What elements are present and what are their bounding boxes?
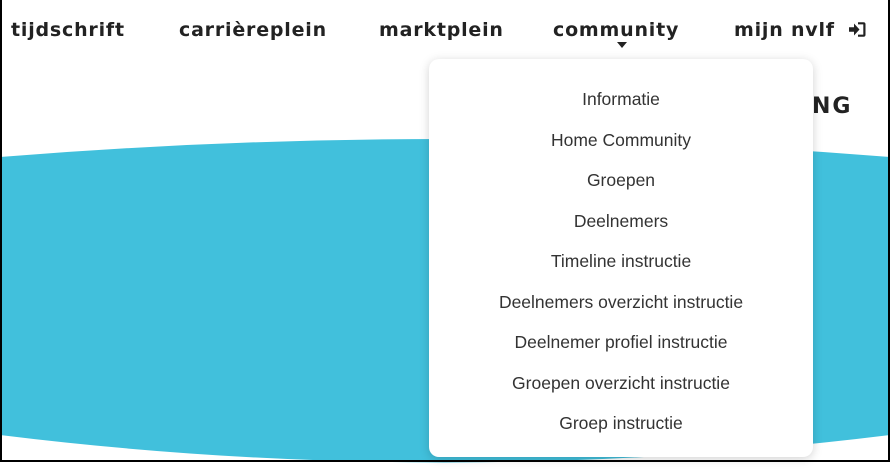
menu-item-deelnemers-overzicht-instructie[interactable]: Deelnemers overzicht instructie <box>429 290 813 331</box>
menu-item-home-community[interactable]: Home Community <box>429 128 813 169</box>
site-title-fragment: NG <box>812 94 853 119</box>
dropdown-list: Informatie Home Community Groepen Deelne… <box>429 87 813 452</box>
menu-item-deelnemer-profiel-instructie[interactable]: Deelnemer profiel instructie <box>429 330 813 371</box>
frame-border <box>0 460 890 462</box>
nav-item-mijn-nvlf-label: mijn nvlf <box>734 19 835 41</box>
menu-item-groep-instructie[interactable]: Groep instructie <box>429 411 813 452</box>
menu-item-groepen[interactable]: Groepen <box>429 168 813 209</box>
caret-down-icon <box>617 42 627 48</box>
community-dropdown-menu: Informatie Home Community Groepen Deelne… <box>429 59 813 457</box>
menu-item-deelnemers[interactable]: Deelnemers <box>429 209 813 250</box>
top-navigation: tijdschrift carrièreplein marktplein com… <box>0 0 890 50</box>
menu-item-timeline-instructie[interactable]: Timeline instructie <box>429 249 813 290</box>
sign-in-icon <box>849 22 866 37</box>
menu-item-informatie[interactable]: Informatie <box>429 87 813 128</box>
page: tijdschrift carrièreplein marktplein com… <box>0 0 890 475</box>
nav-item-mijn-nvlf[interactable]: mijn nvlf <box>734 18 867 42</box>
menu-item-groepen-overzicht-instructie[interactable]: Groepen overzicht instructie <box>429 371 813 412</box>
nav-item-marktplein[interactable]: marktplein <box>379 18 504 42</box>
nav-item-community[interactable]: community <box>553 18 679 42</box>
nav-item-carriereplein[interactable]: carrièreplein <box>179 18 327 42</box>
frame-border <box>0 0 2 462</box>
nav-item-tijdschrift[interactable]: tijdschrift <box>11 18 125 42</box>
